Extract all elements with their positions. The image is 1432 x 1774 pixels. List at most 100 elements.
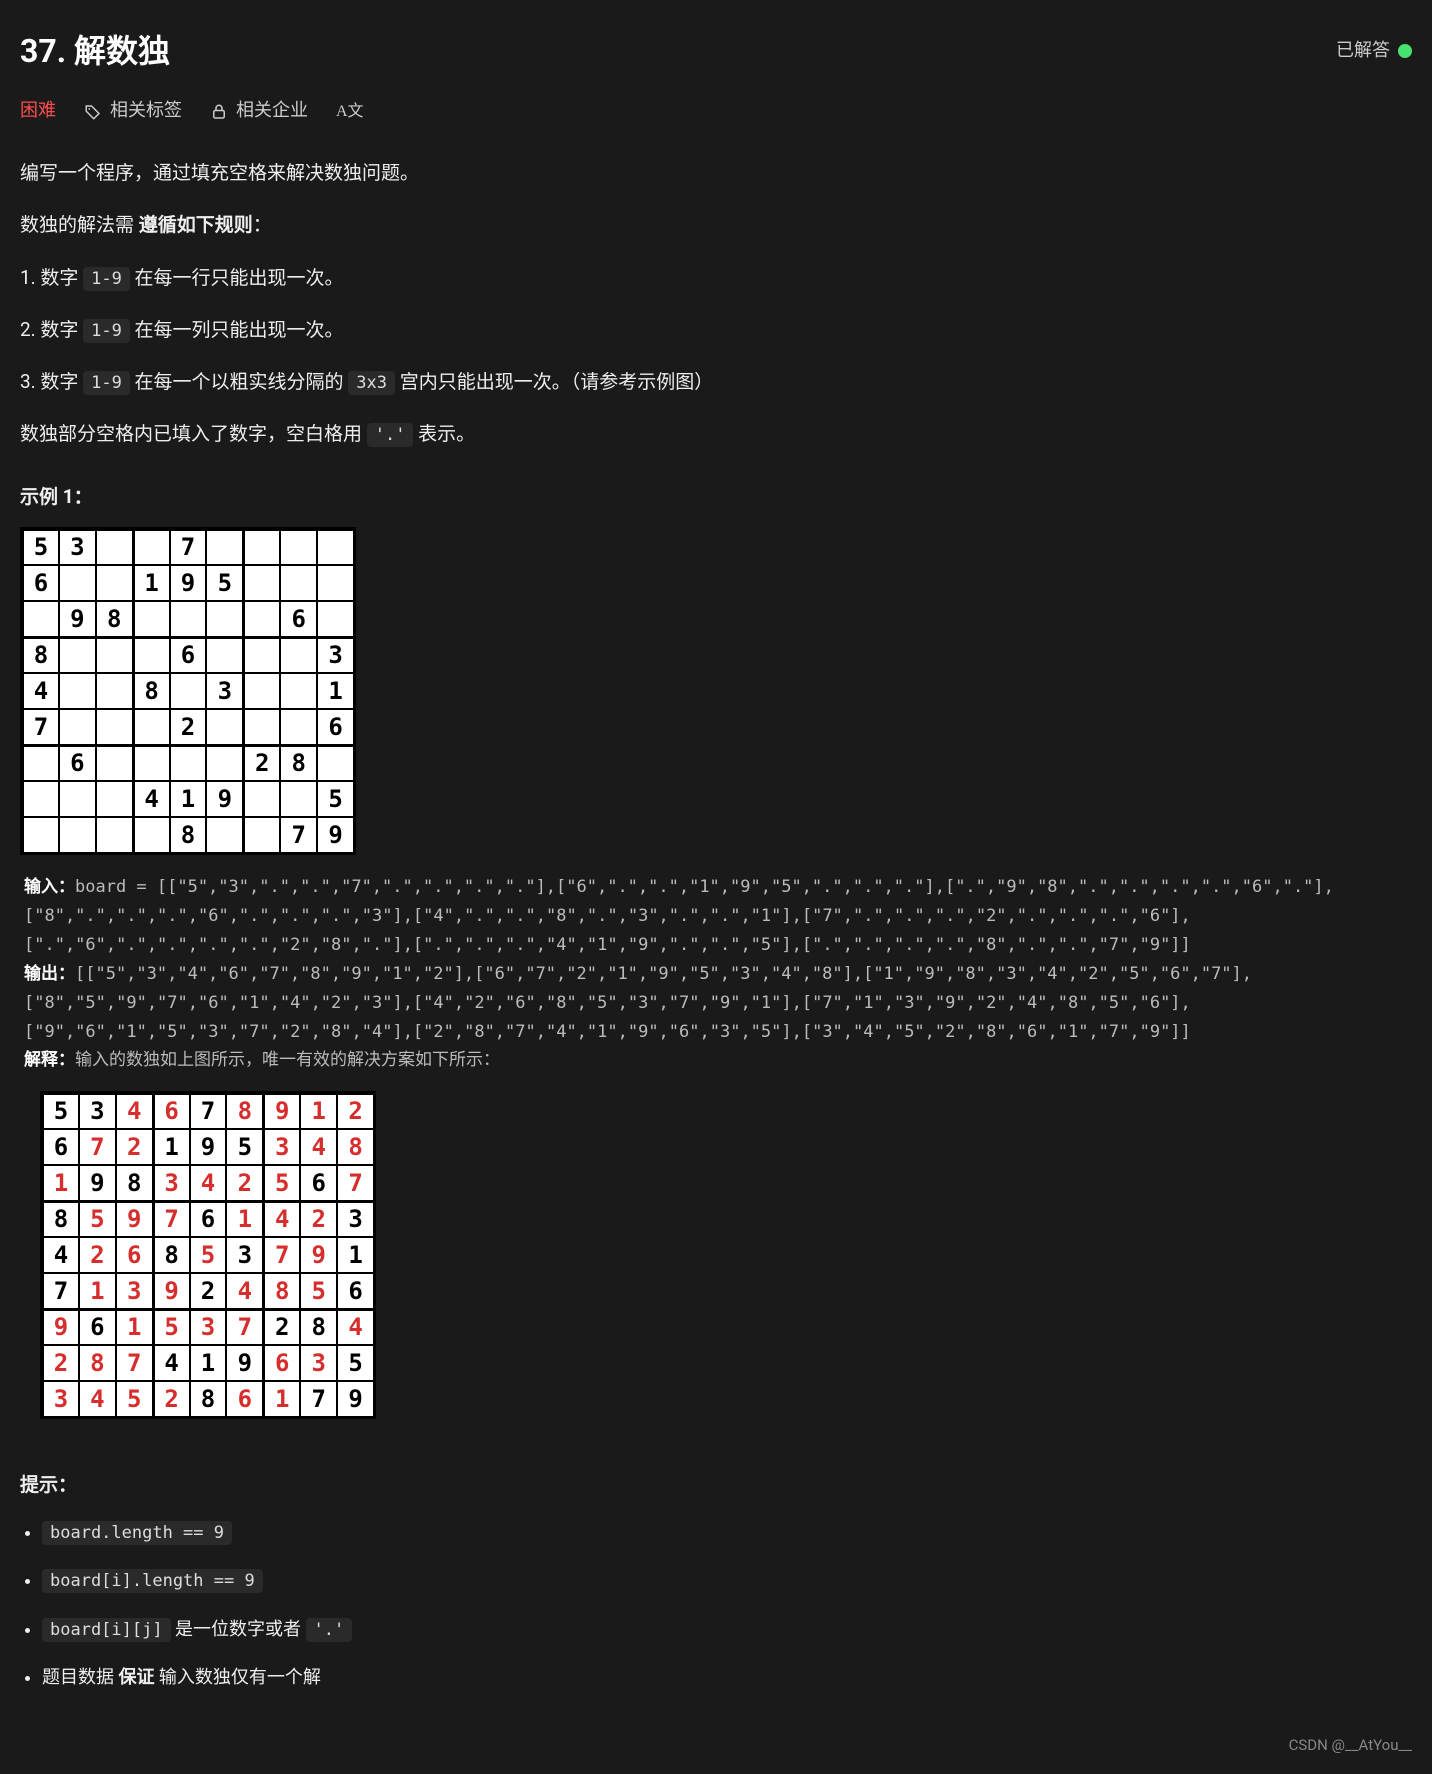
sudoku-cell: 5	[116, 1381, 153, 1417]
sudoku-cell: 6	[337, 1273, 374, 1309]
sudoku-cell: 6	[263, 1345, 300, 1381]
sudoku-cell	[22, 781, 59, 817]
sudoku-cell: 9	[59, 601, 96, 637]
sudoku-cell: 3	[42, 1381, 79, 1417]
status-badge: 已解答	[1336, 36, 1412, 67]
page-title: 37. 解数独	[20, 24, 170, 78]
sudoku-cell	[206, 709, 243, 745]
sudoku-cell: 6	[280, 601, 317, 637]
sudoku-cell: 1	[263, 1381, 300, 1417]
desc-p1: 编写一个程序，通过填充空格来解决数独问题。	[20, 157, 1412, 189]
sudoku-cell: 8	[190, 1381, 227, 1417]
sudoku-cell: 2	[42, 1345, 79, 1381]
sudoku-cell: 8	[116, 1165, 153, 1201]
output-line: 输出：[["5","3","4","6","7","8","9","1","2"…	[24, 960, 1412, 1047]
sudoku-cell: 2	[170, 709, 207, 745]
sudoku-cell	[133, 529, 170, 565]
sudoku-cell: 6	[226, 1381, 263, 1417]
sudoku-cell: 7	[42, 1273, 79, 1309]
sudoku-cell: 7	[280, 817, 317, 853]
sudoku-cell	[96, 637, 133, 673]
sudoku-cell	[317, 529, 354, 565]
sudoku-cell: 9	[116, 1201, 153, 1237]
sudoku-cell: 6	[190, 1201, 227, 1237]
sudoku-cell	[280, 709, 317, 745]
sudoku-cell: 1	[153, 1129, 190, 1165]
sudoku-cell: 1	[190, 1345, 227, 1381]
sudoku-cell: 8	[79, 1345, 116, 1381]
sudoku-cell	[280, 637, 317, 673]
status-dot-icon	[1398, 44, 1412, 58]
sudoku-cell: 7	[22, 709, 59, 745]
solved-label: 已解答	[1336, 36, 1390, 67]
hints-title: 提示：	[20, 1469, 1412, 1501]
sudoku-cell: 1	[79, 1273, 116, 1309]
sudoku-cell: 4	[153, 1345, 190, 1381]
sudoku-cell	[170, 673, 207, 709]
input-line: 输入：board = [["5","3",".",".","7",".","."…	[24, 873, 1412, 960]
sudoku-cell: 8	[226, 1093, 263, 1129]
sudoku-cell	[59, 637, 96, 673]
sudoku-cell: 8	[96, 601, 133, 637]
sudoku-cell	[59, 709, 96, 745]
sudoku-cell: 8	[42, 1201, 79, 1237]
sudoku-cell: 1	[42, 1165, 79, 1201]
sudoku-cell	[133, 601, 170, 637]
sudoku-cell: 6	[300, 1165, 337, 1201]
sudoku-cell	[243, 601, 280, 637]
sudoku-cell	[280, 529, 317, 565]
sudoku-cell: 4	[190, 1165, 227, 1201]
tags-label: 相关标签	[110, 96, 182, 127]
sudoku-cell: 5	[42, 1093, 79, 1129]
sudoku-cell: 2	[226, 1165, 263, 1201]
sudoku-cell: 7	[337, 1165, 374, 1201]
example-title: 示例 1：	[20, 481, 1412, 513]
sudoku-cell: 8	[280, 745, 317, 781]
sudoku-cell: 9	[190, 1129, 227, 1165]
sudoku-cell: 5	[190, 1237, 227, 1273]
desc-p3: 数独部分空格内已填入了数字，空白格用 '.' 表示。	[20, 418, 1412, 450]
sudoku-cell: 9	[79, 1165, 116, 1201]
sudoku-cell: 3	[153, 1165, 190, 1201]
sudoku-cell: 8	[170, 817, 207, 853]
sudoku-cell	[96, 745, 133, 781]
sudoku-cell	[243, 781, 280, 817]
sudoku-cell	[96, 817, 133, 853]
sudoku-cell: 6	[153, 1093, 190, 1129]
sudoku-cell: 1	[133, 565, 170, 601]
explain-line: 解释：输入的数独如上图所示，唯一有效的解决方案如下所示：	[24, 1046, 1412, 1075]
sudoku-cell: 1	[337, 1237, 374, 1273]
sudoku-cell: 4	[133, 781, 170, 817]
sudoku-cell: 7	[263, 1237, 300, 1273]
sudoku-cell: 3	[263, 1129, 300, 1165]
sudoku-cell	[243, 565, 280, 601]
tab-language[interactable]: A文	[336, 98, 364, 125]
sudoku-cell	[59, 817, 96, 853]
sudoku-cell	[22, 601, 59, 637]
sudoku-cell: 8	[153, 1237, 190, 1273]
tab-difficulty[interactable]: 困难	[20, 96, 56, 127]
sudoku-cell: 1	[116, 1309, 153, 1345]
sudoku-cell: 4	[116, 1093, 153, 1129]
sudoku-cell: 3	[226, 1237, 263, 1273]
tab-companies[interactable]: 相关企业	[210, 96, 308, 127]
sudoku-cell: 6	[22, 565, 59, 601]
tabs: 困难 相关标签 相关企业 A文	[20, 96, 1412, 127]
sudoku-cell	[243, 529, 280, 565]
sudoku-cell	[133, 637, 170, 673]
sudoku-cell: 1	[317, 673, 354, 709]
sudoku-cell: 5	[153, 1309, 190, 1345]
sudoku-cell: 9	[170, 565, 207, 601]
hints-list: board.length == 9board[i].length == 9boa…	[20, 1518, 1412, 1694]
sudoku-cell: 4	[300, 1129, 337, 1165]
sudoku-cell: 2	[263, 1309, 300, 1345]
tab-tags[interactable]: 相关标签	[84, 96, 182, 127]
companies-label: 相关企业	[236, 96, 308, 127]
problem-description: 编写一个程序，通过填充空格来解决数独问题。 数独的解法需 遵循如下规则： 1. …	[20, 157, 1412, 1694]
sudoku-cell	[206, 745, 243, 781]
hint-item: board.length == 9	[42, 1518, 1412, 1549]
sudoku-cell: 2	[153, 1381, 190, 1417]
rule-1: 1. 数字 1-9 在每一行只能出现一次。	[20, 262, 1412, 294]
sudoku-cell: 5	[317, 781, 354, 817]
sudoku-cell: 3	[79, 1093, 116, 1129]
